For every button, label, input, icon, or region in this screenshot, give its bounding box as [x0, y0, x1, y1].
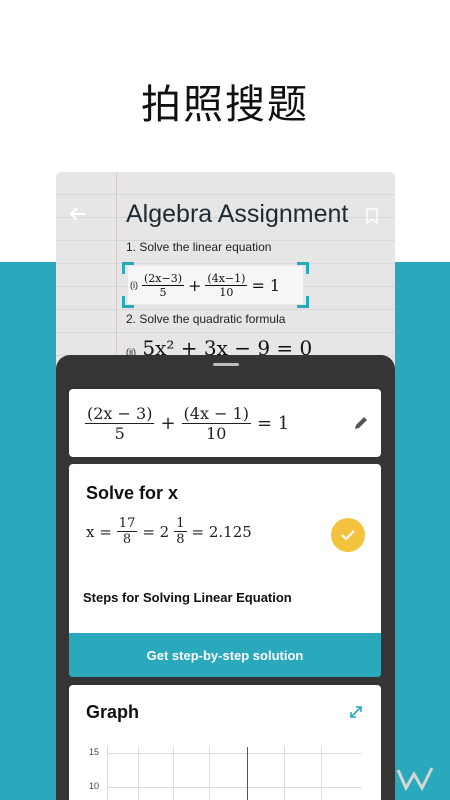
check-icon [331, 518, 365, 552]
question-1: 1. Solve the linear equation [126, 240, 272, 254]
solve-title: Solve for x [86, 483, 179, 503]
step-by-step-button[interactable]: Get step-by-step solution [69, 633, 381, 677]
solve-card: Solve for x x = 17 8 = 2 1 8 = 2.125 Ste… [69, 464, 381, 677]
graph-card: Graph 15 10 [69, 685, 381, 800]
back-arrow-icon[interactable] [68, 204, 88, 224]
bookmark-icon[interactable] [366, 208, 378, 224]
scan-fraction-1: (2x−3) 5 [142, 271, 185, 299]
graph-title: Graph [86, 702, 140, 722]
y-tick-label: 15 [89, 747, 100, 757]
headline: 拍照搜题 [141, 82, 309, 128]
pencil-icon[interactable] [353, 415, 369, 431]
recognized-equation: (2x − 3) 5 + (4x − 1) 10 = 1 [85, 403, 290, 443]
scanned-equation: (i) (2x−3) 5 + (4x−1) 10 = 1 [128, 266, 303, 304]
results-sheet[interactable]: (2x − 3) 5 + (4x − 1) 10 = 1 Solve for x… [56, 355, 395, 800]
drag-handle[interactable] [213, 363, 239, 366]
equation-card[interactable]: (2x − 3) 5 + (4x − 1) 10 = 1 [69, 389, 381, 457]
y-tick-label: 10 [89, 781, 100, 791]
document-title: Algebra Assignment [126, 200, 349, 228]
phone-screen: Algebra Assignment 1. Solve the linear e… [56, 172, 395, 800]
plus-sign: + [188, 275, 202, 295]
graph-plot[interactable] [107, 747, 362, 800]
watermark-logo [396, 767, 434, 792]
solution-expression: x = 17 8 = 2 1 8 = 2.125 [86, 516, 252, 547]
steps-label: Steps for Solving Linear Equation [83, 590, 292, 605]
scan-selection-frame[interactable]: (i) (2x−3) 5 + (4x−1) 10 = 1 [122, 262, 309, 308]
question-2: 2. Solve the quadratic formula [126, 312, 286, 326]
expand-icon[interactable] [349, 705, 363, 719]
equals-one: = 1 [251, 275, 281, 295]
equation-label: (i) [130, 280, 138, 290]
scan-fraction-2: (4x−1) 10 [205, 271, 248, 299]
